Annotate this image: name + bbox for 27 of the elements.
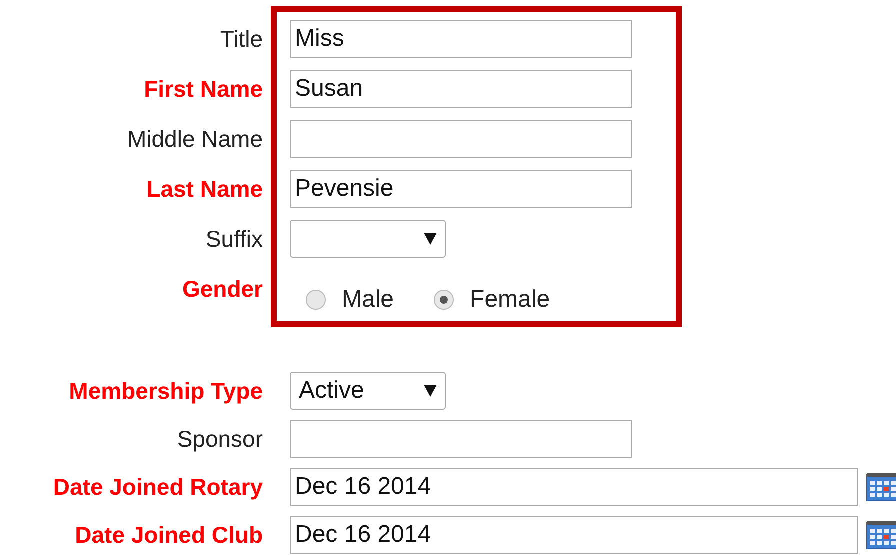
text-field[interactable]: Pevensie	[290, 170, 632, 208]
field-label: Gender	[182, 275, 263, 304]
field-label: Middle Name	[128, 125, 263, 154]
radio-button[interactable]	[434, 290, 454, 310]
field-label: Date Joined Rotary	[53, 473, 263, 502]
radio-label: Female	[470, 285, 550, 315]
text-field[interactable]	[290, 120, 632, 158]
calendar-icon[interactable]	[866, 520, 896, 550]
field-label: Title	[220, 25, 263, 54]
text-field[interactable]	[290, 420, 632, 458]
field-label: Membership Type	[69, 377, 263, 406]
date-field[interactable]: Dec 16 2014	[290, 468, 858, 506]
radio-button[interactable]	[306, 290, 326, 310]
field-label: First Name	[144, 75, 263, 104]
dropdown[interactable]: Active	[290, 372, 446, 410]
radio-label: Male	[342, 285, 394, 315]
dropdown[interactable]	[290, 220, 446, 258]
caret-icon	[424, 385, 437, 397]
field-label: Last Name	[146, 175, 263, 204]
text-field[interactable]: Miss	[290, 20, 632, 58]
field-label: Suffix	[206, 225, 263, 254]
field-label: Date Joined Club	[75, 521, 263, 550]
calendar-icon[interactable]	[866, 472, 896, 502]
field-label: Sponsor	[177, 425, 263, 454]
text-field[interactable]: Susan	[290, 70, 632, 108]
date-field[interactable]: Dec 16 2014	[290, 516, 858, 554]
caret-icon	[424, 233, 437, 245]
